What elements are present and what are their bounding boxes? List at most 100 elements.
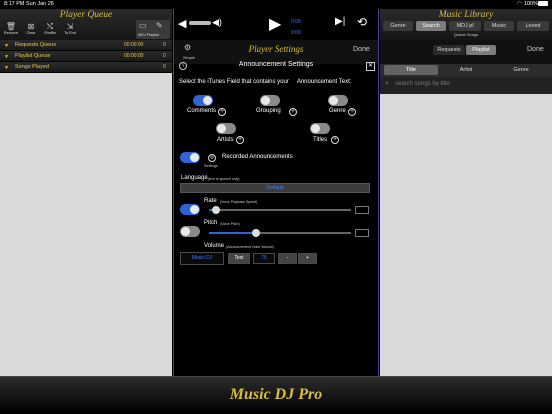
elapsed-time: 0:00 xyxy=(291,19,301,25)
grouping-add-icon[interactable]: + xyxy=(289,108,297,116)
genre-label: Genre xyxy=(329,108,346,114)
rate-value-box xyxy=(355,206,369,214)
pitch-label: Pitch xyxy=(204,220,218,226)
status-date: Sun Jan 26 xyxy=(26,1,54,7)
library-source-bar: Requests Playlist Done xyxy=(380,40,552,64)
pitch-value-box xyxy=(355,229,369,237)
rate-label: Rate xyxy=(204,198,217,204)
volume-value-field[interactable]: 75 xyxy=(253,253,275,264)
search-bar: ⌕ search songs by title xyxy=(380,77,552,94)
language-select[interactable]: Default xyxy=(180,183,370,193)
search-icon: ⌕ xyxy=(385,80,389,87)
playlist-folder-icon: ▭ xyxy=(139,21,147,30)
recorded-announcements-label: Recorded Announcements xyxy=(222,154,293,160)
player-settings-title: Player Settings xyxy=(248,44,304,54)
tab-search[interactable]: Search xyxy=(416,21,446,31)
tab-loved[interactable]: Loved xyxy=(517,21,549,31)
shuffle-icon: ⤭ xyxy=(46,22,54,31)
clear-button[interactable]: ⊠ Clear xyxy=(22,22,40,35)
pitch-note: (Voice Pitch) xyxy=(220,222,240,226)
bottom-bar: Music DJ Pro xyxy=(0,376,552,414)
column-genre[interactable]: Genre xyxy=(494,65,548,75)
grouping-toggle[interactable] xyxy=(260,95,280,106)
clear-icon: ⊠ xyxy=(27,22,35,31)
status-time: 8:17 PM xyxy=(4,1,25,7)
play-icon[interactable]: ▶ xyxy=(269,14,281,34)
music-library-title: Music Library xyxy=(438,10,494,20)
genre-add-icon[interactable]: + xyxy=(348,108,356,116)
row-count: 0 xyxy=(163,64,166,70)
comments-toggle[interactable] xyxy=(193,95,213,106)
volume-slider[interactable] xyxy=(189,21,211,25)
battery-percent: 100% xyxy=(524,1,539,7)
genre-toggle[interactable] xyxy=(328,95,348,106)
volume-low-icon[interactable]: ◀ xyxy=(178,17,186,30)
volume-label: Volume xyxy=(204,243,225,249)
remove-button[interactable]: 🗑 Remove xyxy=(2,22,20,35)
artists-label: Artists xyxy=(217,137,234,143)
rate-toggle[interactable] xyxy=(180,204,200,215)
settings-icon[interactable]: ⚙ xyxy=(208,154,216,162)
recorded-announcements-toggle[interactable] xyxy=(180,152,200,163)
wifi-icon: ◠ xyxy=(517,1,522,7)
tab-genre[interactable]: Genre xyxy=(383,21,413,31)
titles-toggle[interactable] xyxy=(310,123,330,134)
source-playlist[interactable]: Playlist xyxy=(466,45,496,55)
tab-mdj-pl[interactable]: MDJ pl xyxy=(449,21,481,31)
titles-add-icon[interactable]: + xyxy=(331,136,339,144)
artists-add-icon[interactable]: + xyxy=(236,136,244,144)
remaining-time: 0:00 xyxy=(291,30,301,36)
app-brand: Music DJ Pro xyxy=(229,386,323,403)
volume-high-icon: ◀) xyxy=(212,17,222,27)
source-requests[interactable]: Requests xyxy=(433,45,465,55)
close-icon[interactable]: ✕ xyxy=(366,62,375,71)
rate-slider[interactable] xyxy=(209,206,351,214)
volume-minus-button[interactable]: - xyxy=(278,253,297,264)
search-column-bar: Title Artist Genre xyxy=(380,64,552,77)
songs-played-row[interactable]: ▼ Songs Played 0 xyxy=(0,62,172,73)
artists-toggle[interactable] xyxy=(216,123,236,134)
tab-music[interactable]: Music xyxy=(484,21,514,31)
clear-label: Clear xyxy=(26,31,36,35)
grouping-label: Grouping xyxy=(256,108,281,114)
row-label: Songs Played xyxy=(15,64,49,70)
comments-add-icon[interactable]: + xyxy=(218,108,226,116)
expand-triangle-icon: ▼ xyxy=(4,54,9,60)
to-end-icon: ⇲ xyxy=(66,22,74,31)
mdj-playlist-button[interactable]: ▭ ✎ MDJ Playlist xyxy=(136,20,170,39)
mdj-playlist-label: MDJ Playlist xyxy=(138,33,159,37)
expand-triangle-icon: ▼ xyxy=(4,65,9,71)
requests-queue-row[interactable]: ▼ Requests Queue 00:00:00 0 xyxy=(0,40,172,51)
transport-bar: ◀ ◀) ▶ 0:00 0:00 ▶| ⟲ xyxy=(174,9,378,40)
repeat-icon[interactable]: ⟲ xyxy=(357,15,367,29)
settings-done-button[interactable]: Done xyxy=(353,46,370,53)
player-settings-panel: ◀ ◀) ▶ 0:00 0:00 ▶| ⟲ ⚙ Simple Player Se… xyxy=(173,9,379,376)
search-input[interactable]: search songs by title xyxy=(395,81,450,87)
row-label: Playlist Queue xyxy=(15,53,51,59)
announcement-title: Announcement Settings xyxy=(238,61,314,68)
pitch-toggle[interactable] xyxy=(180,226,200,237)
volume-source-field[interactable]: Music DJ xyxy=(180,252,224,265)
row-time: 00:00:00 xyxy=(124,53,144,59)
column-artist[interactable]: Artist xyxy=(439,65,493,75)
library-done-button[interactable]: Done xyxy=(527,46,544,53)
player-queue-toolbar: Player Queue 🗑 Remove ⊠ Clear ⤭ Shuffle … xyxy=(0,9,172,40)
playlist-queue-row[interactable]: ▼ Playlist Queue 00:00:00 0 xyxy=(0,51,172,62)
test-button[interactable]: Test xyxy=(228,253,250,264)
volume-plus-button[interactable]: + xyxy=(298,253,317,264)
pitch-slider[interactable] xyxy=(209,229,351,237)
simple-mode-label: Simple xyxy=(183,55,196,60)
music-library-toolbar: Music Library Genre Search MDJ pl Music … xyxy=(380,9,552,40)
settings-label: Settings xyxy=(204,164,218,168)
row-time: 00:00:00 xyxy=(124,42,144,48)
shuffle-button[interactable]: ⤭ Shuffle xyxy=(41,22,59,35)
status-bar: 8:17 PM Sun Jan 26 ◠ 100% xyxy=(0,0,552,9)
next-track-icon[interactable]: ▶| xyxy=(335,16,345,27)
player-queue-title: Player Queue xyxy=(59,10,113,20)
to-end-button[interactable]: ⇲ To End xyxy=(61,22,79,35)
volume-note: (Announcement Voice Volume) xyxy=(226,245,275,249)
column-title[interactable]: Title xyxy=(384,65,438,75)
battery-icon xyxy=(538,1,548,6)
row-label: Requests Queue xyxy=(15,42,57,48)
expand-triangle-icon: ▼ xyxy=(4,43,9,49)
